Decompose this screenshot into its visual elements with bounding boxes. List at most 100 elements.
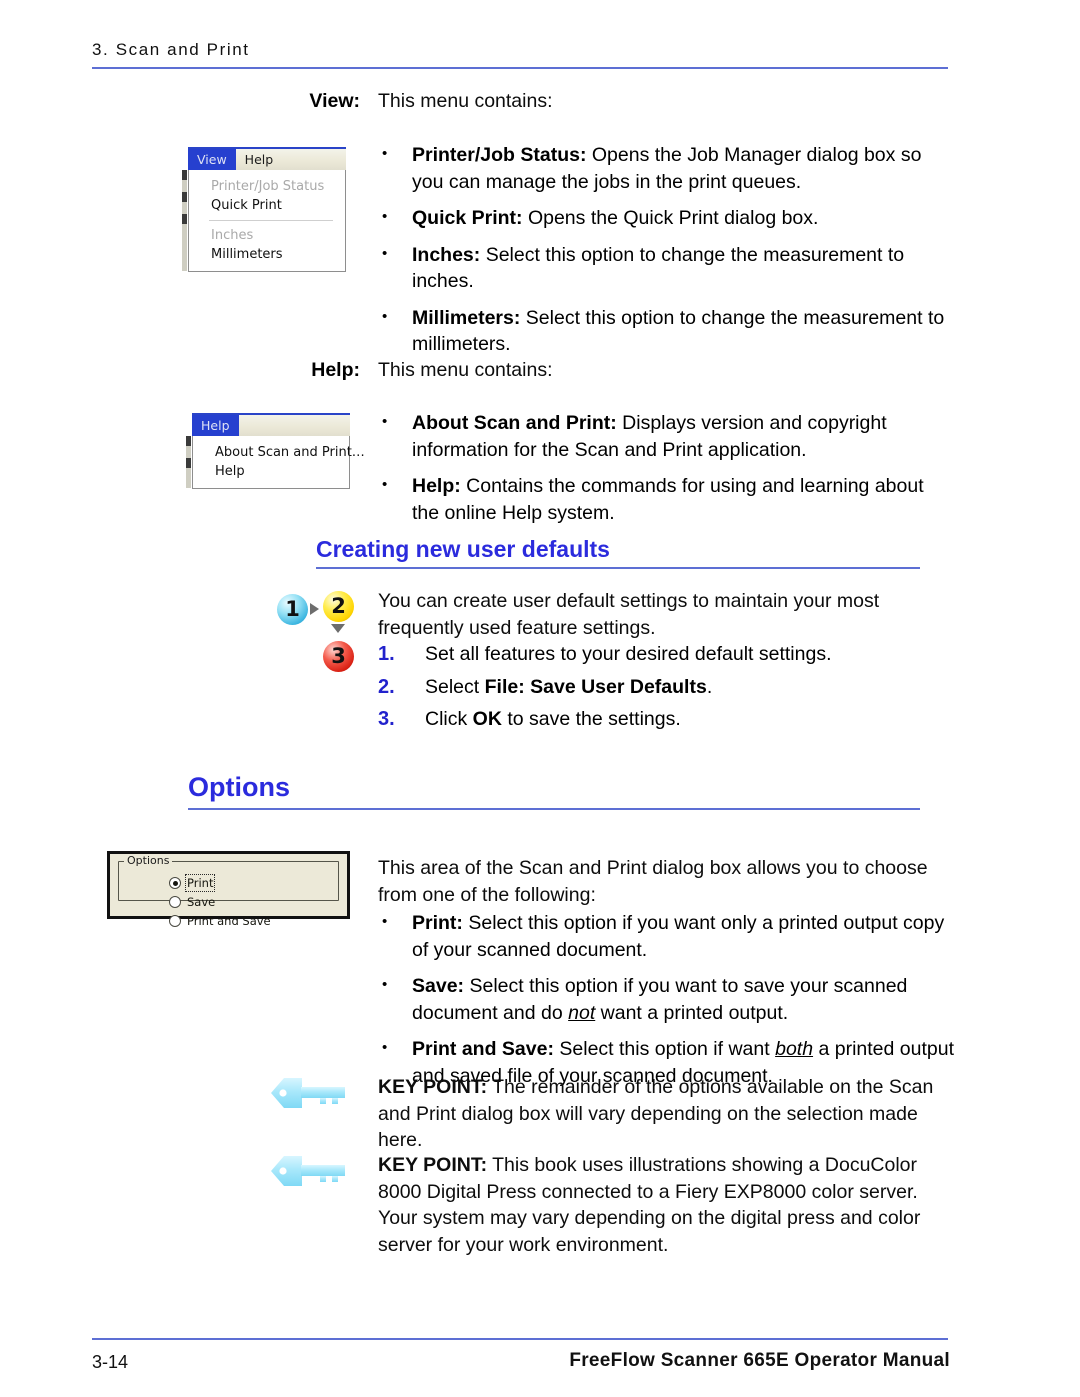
bullet-item: Printer/Job Status: Opens the Job Manage…	[378, 141, 956, 195]
options-bullet-list: Print: Select this option if you want on…	[378, 909, 956, 1099]
radio-row-print[interactable]: Print	[169, 874, 332, 892]
help-menu-menubar: Help	[192, 413, 350, 436]
view-label: View:	[309, 90, 360, 112]
menu-separator	[209, 220, 333, 221]
step-number: 1.	[378, 643, 395, 665]
arrow-right-icon	[310, 603, 319, 615]
key-point-term: KEY POINT:	[378, 1076, 488, 1098]
bullet-item: Inches: Select this option to change the…	[378, 241, 956, 295]
manual-page: 3. Scan and Print View: This menu contai…	[0, 0, 1080, 1397]
arrow-down-icon	[331, 624, 345, 633]
menubar-item-view[interactable]: View	[188, 149, 236, 170]
step-sphere-3: 3	[323, 641, 354, 672]
menu-item-inches[interactable]: Inches	[189, 226, 345, 245]
bullet-text: Select this option to change the measure…	[412, 243, 905, 293]
menubar-item-help[interactable]: Help	[236, 149, 283, 170]
bullet-term: Print and Save:	[412, 1038, 554, 1060]
footer-page-number: 3-14	[92, 1352, 129, 1372]
bullet-emphasis: not	[568, 1001, 596, 1024]
step-item: 1. Set all features to your desired defau…	[378, 641, 930, 668]
bullet-term: About Scan and Print:	[412, 412, 617, 434]
heading-rule-options	[188, 808, 920, 810]
menu-item-about-scan-and-print[interactable]: About Scan and Print…	[193, 443, 365, 462]
radio-row-save[interactable]: Save	[169, 895, 332, 909]
step-sphere-2: 2	[323, 591, 354, 622]
menu-item-help[interactable]: Help	[193, 462, 349, 481]
bullet-term: Save:	[412, 975, 465, 997]
creating-defaults-intro: You can create user default settings to …	[378, 590, 880, 639]
heading-options: Options	[188, 772, 290, 802]
bullet-item: Print: Select this option if you want on…	[378, 909, 956, 963]
bullet-item: Quick Print: Opens the Quick Print dialo…	[378, 204, 956, 232]
radio-save-icon[interactable]	[169, 896, 181, 908]
footer-rule	[92, 1338, 948, 1340]
heading-rule-creating-new-user-defaults	[316, 567, 920, 569]
menu-left-rail	[182, 170, 187, 271]
bullet-item: Millimeters: Select this option to chang…	[378, 304, 956, 358]
key-point-term: KEY POINT:	[378, 1154, 488, 1176]
step-emphasis: File: Save User Defaults	[484, 675, 707, 698]
bullet-term: Help:	[412, 475, 461, 497]
step-number: 3.	[378, 708, 395, 730]
bullet-item: Save: Select this option if you want to …	[378, 972, 956, 1026]
key-point-2: KEY POINT: This book uses illustrations …	[378, 1152, 950, 1258]
step-number: 2.	[378, 675, 395, 698]
radio-print-and-save-label[interactable]: Print and Save	[187, 914, 271, 928]
step-emphasis: OK	[472, 708, 502, 730]
bullet-item: Help: Contains the commands for using an…	[378, 472, 956, 526]
help-intro: This menu contains:	[378, 359, 553, 381]
bullet-term: Millimeters:	[412, 306, 521, 329]
help-bullet-list: About Scan and Print: Displays version a…	[378, 409, 956, 536]
bullet-term: Print:	[412, 912, 463, 934]
menu-item-quick-print[interactable]: Quick Print	[189, 196, 345, 215]
key-icon	[271, 1156, 345, 1186]
bullet-text-tail: want a printed output.	[595, 1001, 789, 1024]
step-text-tail: .	[706, 675, 713, 698]
step-item: 2. Select File: Save User Defaults.	[378, 674, 930, 701]
help-menu-dropdown: About Scan and Print… Help	[186, 436, 365, 489]
step-item: 3. Click OK to save the settings.	[378, 706, 930, 733]
step-text: Click	[425, 708, 473, 730]
heading-creating-new-user-defaults: Creating new user defaults	[316, 536, 610, 562]
bullet-term: Quick Print:	[412, 207, 523, 229]
bullet-text: Opens the Quick Print dialog box.	[522, 207, 819, 229]
creating-defaults-steps: 1. Set all features to your desired defau…	[378, 641, 930, 739]
step-text-tail: to save the settings.	[501, 708, 681, 730]
help-menu-screenshot: Help About Scan and Print… Help	[186, 413, 365, 489]
radio-print-label[interactable]: Print	[184, 874, 216, 892]
step-text: Select	[425, 675, 485, 698]
radio-save-label[interactable]: Save	[187, 895, 215, 909]
view-menu-screenshot: View Help Printer/Job Status Quick Print…	[182, 147, 346, 272]
bullet-text: Select this option if want	[553, 1038, 776, 1060]
bullet-term: Inches:	[412, 243, 481, 266]
step-text: Set all features to your desired default…	[425, 643, 832, 665]
radio-print-and-save-icon[interactable]	[169, 915, 181, 927]
bullet-term: Printer/Job Status:	[412, 144, 587, 166]
footer-manual-title: FreeFlow Scanner 665E Operator Manual	[569, 1350, 950, 1371]
bullet-item: About Scan and Print: Displays version a…	[378, 409, 956, 463]
menu-item-millimeters[interactable]: Millimeters	[189, 245, 345, 264]
bullet-emphasis: both	[775, 1038, 814, 1060]
view-menu-menubar: View Help	[188, 147, 346, 170]
bullet-text: Contains the commands for using and lear…	[412, 475, 924, 524]
menu-item-printer-job-status[interactable]: Printer/Job Status	[189, 177, 345, 196]
help-label: Help:	[311, 359, 360, 381]
options-groupbox-legend: Options	[124, 854, 173, 867]
view-menu-dropdown: Printer/Job Status Quick Print Inches Mi…	[182, 170, 346, 272]
radio-row-print-and-save[interactable]: Print and Save	[169, 914, 332, 928]
bullet-text: Select this option if you want only a pr…	[412, 912, 945, 961]
running-head: 3. Scan and Print	[92, 40, 250, 59]
key-icon	[271, 1078, 345, 1108]
key-point-1: KEY POINT: The remainder of the options …	[378, 1074, 948, 1154]
steps-123-graphic: 1 2 3	[277, 591, 369, 675]
menubar-item-help[interactable]: Help	[192, 415, 239, 436]
options-intro: This area of the Scan and Print dialog b…	[378, 857, 928, 906]
radio-print-icon[interactable]	[169, 877, 181, 889]
view-bullet-list: Printer/Job Status: Opens the Job Manage…	[378, 141, 956, 368]
options-groupbox-screenshot: Options Print Save Print and Save	[107, 851, 350, 928]
options-groupbox-frame: Options Print Save Print and Save	[118, 854, 339, 928]
step-sphere-1: 1	[277, 594, 308, 625]
view-intro: This menu contains:	[378, 90, 553, 112]
menu-left-rail	[186, 436, 191, 488]
header-rule	[92, 67, 948, 69]
